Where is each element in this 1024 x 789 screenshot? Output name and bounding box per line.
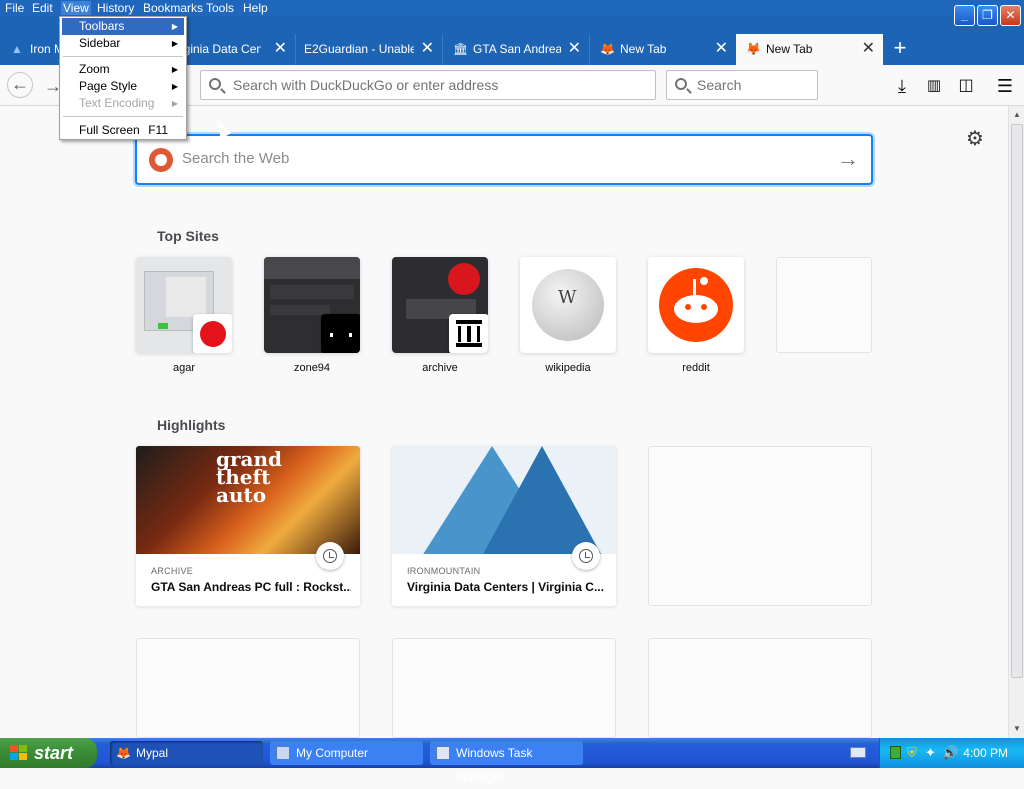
start-button[interactable]: start [0,738,97,768]
tray-app-icon[interactable]: ✦ [925,745,936,761]
sidebar-icon[interactable]: ◫ [953,73,979,99]
submenu-arrow-icon: ▶ [171,99,178,108]
tab-gta[interactable]: 🏛 GTA San Andreas ✕ [442,34,589,65]
windows-logo-icon [10,745,27,760]
clock-icon [572,542,600,570]
network-icon[interactable] [890,746,901,759]
highlight-empty [648,446,872,606]
minimize-button[interactable]: _ [954,5,975,26]
menu-item-page-style[interactable]: Page Style ▶ [62,78,184,95]
menu-item-toolbars[interactable]: Toolbars ▶ [62,18,184,35]
new-tab-button[interactable]: + [888,36,912,60]
gear-icon[interactable]: ⚙ [966,126,984,151]
menu-separator [63,116,183,117]
tab-newtab-active[interactable]: 🦊 New Tab ✕ [736,34,883,65]
top-sites-heading: Top Sites [157,228,219,244]
menu-item-zoom[interactable]: Zoom ▶ [62,61,184,78]
highlight-empty [392,638,616,738]
highlight-card[interactable]: IRONMOUNTAIN Virginia Data Centers | Vir… [392,446,616,606]
menu-separator [63,56,183,57]
close-window-button[interactable]: ✕ [1000,5,1021,26]
triangle-icon: ▲ [11,42,23,56]
library-icon[interactable]: ▥ [921,73,947,99]
top-site-wikipedia[interactable]: W [520,257,616,353]
tab-virginia[interactable]: irginia Data Cent ✕ [175,34,295,65]
highlight-empty [648,638,872,738]
top-site-label: zone94 [293,362,331,374]
highlights-heading: Highlights [157,417,226,433]
taskbar-item-mypal[interactable]: 🦊 Mypal [110,741,263,765]
search-bar[interactable]: Search [666,70,818,100]
close-icon[interactable]: ✕ [274,34,287,64]
vertical-scrollbar[interactable]: ▲ ▼ [1008,106,1024,738]
scroll-down-icon[interactable]: ▼ [1011,722,1023,736]
scroll-up-icon[interactable]: ▲ [1011,108,1023,122]
clock-icon [316,542,344,570]
web-search-box[interactable]: Search the Web → [135,134,873,185]
shield-icon[interactable]: ⛨ [907,745,917,761]
submenu-arrow-icon: ▶ [171,82,178,91]
top-site-reddit[interactable] [648,257,744,353]
submenu-arrow-icon: ▶ [171,65,178,74]
duckduckgo-icon [149,148,173,172]
highlight-thumbnail [392,446,616,554]
submenu-arrow-icon: ▶ [171,22,178,31]
tab-newtab-1[interactable]: 🦊 New Tab ✕ [589,34,736,65]
top-site-label: archive [422,362,458,374]
top-site-empty[interactable] [776,257,872,353]
menu-file[interactable]: File [3,1,26,15]
top-site-archive[interactable] [392,257,488,353]
top-site-agar[interactable] [136,257,232,353]
computer-icon [276,746,290,760]
menu-item-text-encoding: Text Encoding ▶ [79,96,178,110]
highlight-empty [136,638,360,738]
system-tray: ⛨ ✦ 🔊 4:00 PM [879,738,1024,768]
menu-item-full-screen[interactable]: Full Screen F11 [62,122,184,139]
restore-button[interactable]: ❐ [977,5,998,26]
task-manager-icon [436,746,450,760]
search-icon [209,78,221,90]
close-icon[interactable]: ✕ [862,34,875,64]
highlight-thumbnail: grand theft auto [136,446,360,554]
menu-tools[interactable]: Tools [204,1,236,15]
newtab-page: ⚙ Search the Web → Top Sites agar zone94… [0,106,1008,738]
firefox-icon: 🦊 [600,42,615,56]
close-icon[interactable]: ✕ [421,34,434,64]
back-button[interactable]: ← [7,72,33,98]
taskbar-item-my-computer[interactable]: My Computer [270,741,423,765]
top-site-label: reddit [682,362,710,374]
view-menu: Toolbars ▶ Sidebar ▶ Zoom ▶ Page Style ▶ Tex… [59,16,187,140]
highlight-card[interactable]: grand theft auto ARCHIVE GTA San Andreas P… [136,446,360,606]
close-icon[interactable]: ✕ [715,34,728,64]
close-icon[interactable]: ✕ [568,34,581,64]
submenu-arrow-icon: ▶ [171,39,178,48]
mypal-icon: 🦊 [116,746,131,760]
top-site-label: wikipedia [545,362,591,374]
download-icon[interactable]: ⤓ [889,73,915,99]
menu-view[interactable]: View [61,1,91,15]
top-site-label: agar [172,362,196,374]
url-bar[interactable]: Search with DuckDuckGo or enter address [200,70,656,100]
keyboard-icon[interactable] [850,747,866,758]
menu-history[interactable]: History [95,1,136,15]
menu-help[interactable]: Help [241,1,270,15]
top-site-zone94[interactable] [264,257,360,353]
tab-ironmountain[interactable]: ▲ Iron M [0,34,60,65]
hamburger-menu-icon[interactable]: ☰ [992,73,1018,99]
firefox-icon: 🦊 [746,42,761,56]
clock-text: 4:00 PM [963,746,1008,760]
volume-icon[interactable]: 🔊 [942,745,958,761]
taskbar: start 🦊 Mypal My Computer Windows Task M… [0,738,1024,784]
scroll-thumb[interactable] [1011,124,1023,678]
menu-edit[interactable]: Edit [30,1,55,15]
taskbar-item-task-manager[interactable]: Windows Task Manager [430,741,583,784]
menu-item-sidebar[interactable]: Sidebar ▶ [62,35,184,52]
arrow-right-icon[interactable]: → [837,146,859,172]
archive-icon: 🏛 [453,42,469,56]
menu-bookmarks[interactable]: Bookmarks [141,1,205,15]
menu-bar: File Edit View History Bookmarks Tools H… [0,0,1024,16]
search-icon [675,78,687,90]
tab-e2guardian[interactable]: E2Guardian - Unable to ✕ [295,34,442,65]
